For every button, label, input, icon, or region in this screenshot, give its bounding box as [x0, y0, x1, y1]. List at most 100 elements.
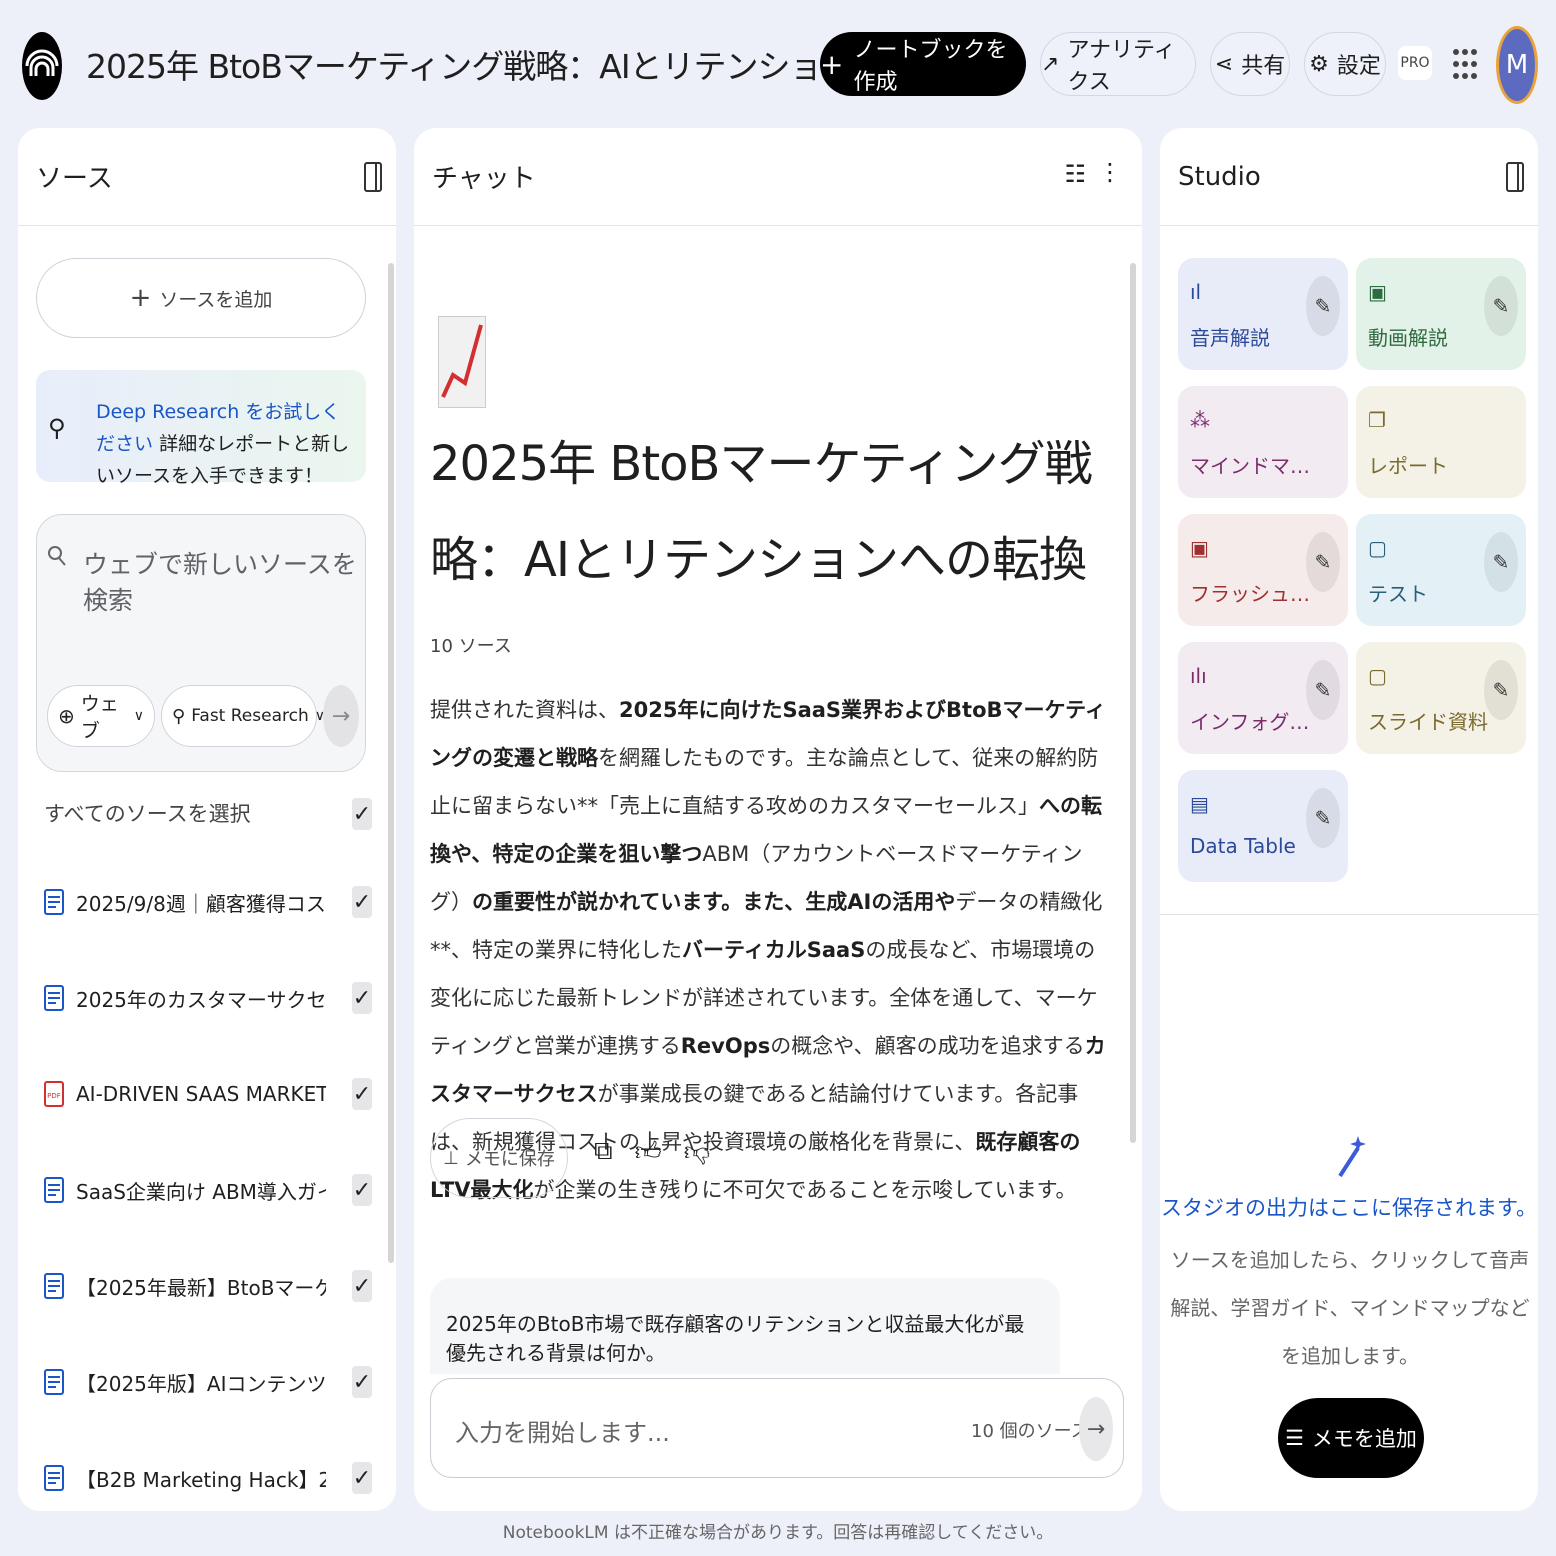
source-checkbox[interactable]: ✓ [352, 1462, 372, 1494]
chat-scrollbar[interactable] [1130, 263, 1136, 1143]
magnifier-icon: ⚲ [48, 414, 66, 442]
edit-pencil-icon[interactable]: ✎ [1306, 788, 1340, 848]
add-source-label: ソースを追加 [159, 288, 273, 311]
notebooklm-logo[interactable] [22, 32, 62, 100]
slides-icon: ▢ [1368, 664, 1387, 688]
source-item[interactable]: PDF AI-DRIVEN SAAS MARKETING: ST... ✓ [44, 1074, 372, 1114]
search-submit-button[interactable]: → [323, 685, 359, 747]
source-checkbox[interactable]: ✓ [352, 1366, 372, 1398]
create-notebook-button[interactable]: + ノートブックを作成 [820, 32, 1026, 96]
source-search-box: ウェブで新しいソースを検索 ⊕ ウェブ ∨ ⚲ Fast Research ∨ … [36, 514, 366, 772]
tune-icon[interactable]: ☷ [1064, 160, 1086, 188]
copy-icon[interactable]: ⧉ [594, 1136, 613, 1167]
deep-research-banner[interactable]: ⚲ Deep Research をお試しください 詳細なレポートと新しいソースを… [36, 370, 366, 487]
edit-pencil-icon[interactable]: ✎ [1306, 276, 1340, 336]
share-button[interactable]: ⋖ 共有 [1210, 32, 1290, 96]
collapse-panel-icon[interactable] [364, 162, 382, 192]
send-button[interactable]: → [1079, 1397, 1113, 1461]
sources-title: ソース [36, 164, 113, 194]
studio-card-flashcard[interactable]: ▣ フラッシュ カード✎ [1178, 514, 1348, 626]
save-to-memo-button[interactable]: ⊥ メモに保存 [430, 1118, 568, 1198]
web-dropdown[interactable]: ⊕ ウェブ ∨ [47, 685, 155, 747]
avatar[interactable]: M [1496, 26, 1538, 104]
select-all-checkbox[interactable]: ✓ [352, 798, 372, 830]
research-mode-dropdown[interactable]: ⚲ Fast Research ∨ [161, 685, 325, 747]
svg-text:PDF: PDF [47, 1092, 61, 1100]
studio-card-video[interactable]: ▣ 動画解説 ✎ [1356, 258, 1526, 370]
edit-pencil-icon[interactable]: ✎ [1306, 532, 1340, 592]
studio-card-label: 動画解説 [1368, 326, 1448, 350]
trending-icon: ↗ [1041, 51, 1060, 77]
thumbs-up-icon[interactable]: 👍︎ [635, 1136, 662, 1167]
thumbs-down-icon[interactable]: 👎︎ [684, 1136, 710, 1167]
add-source-button[interactable]: + ソースを追加 [36, 258, 366, 338]
studio-header: Studio [1160, 128, 1538, 226]
source-item-label: 【2025年最新】BtoBマーケティン... [76, 1275, 326, 1300]
research-chip-label: Fast Research [191, 706, 309, 726]
settings-button[interactable]: ⚙ 設定 [1304, 32, 1386, 96]
source-checkbox[interactable]: ✓ [352, 1270, 372, 1302]
source-item-label: 2025年のカスタマーサクセス組織... [76, 987, 326, 1012]
source-item[interactable]: 【2025年版】AIコンテンツマーケ... ✓ [44, 1362, 372, 1402]
chart-emoji-icon [438, 316, 486, 408]
source-checkbox[interactable]: ✓ [352, 886, 372, 918]
edit-pencil-icon[interactable]: ✎ [1484, 660, 1518, 720]
document-icon [44, 1273, 64, 1299]
source-item[interactable]: 2025/9/8週｜顧客獲得コストが3... ✓ [44, 882, 372, 922]
analytics-button[interactable]: ↗ アナリティクス [1040, 32, 1196, 96]
studio-empty-subtitle: ソースを追加したら、クリックして音声解説、学習ガイド、マインドマップなどを追加し… [1170, 1248, 1530, 1368]
source-checkbox[interactable]: ✓ [352, 1078, 372, 1110]
document-icon [44, 1177, 64, 1203]
summary-segment: の概念や、顧客の成功を追求する [770, 1034, 1085, 1058]
input-source-count: 10 個のソース [971, 1421, 1089, 1442]
studio-title: Studio [1178, 161, 1261, 192]
source-item[interactable]: 【2025年最新】BtoBマーケティン... ✓ [44, 1266, 372, 1306]
studio-card-infographic[interactable]: ılı インフォグラフィック✎ [1178, 642, 1348, 754]
response-actions: ⧉ 👍︎ 👎︎ [594, 1136, 710, 1167]
note-icon: ☰ [1285, 1426, 1304, 1450]
studio-card-table[interactable]: ▤ Data Table ✎ [1178, 770, 1348, 882]
chat-panel: チャット ☷ ⋮ 2025年 BtoBマーケティング戦略：AIとリテンションへの… [414, 128, 1142, 1511]
studio-card-report[interactable]: ❐ レポート [1356, 386, 1526, 498]
studio-card-mindmap[interactable]: ⁂ マインドマップ [1178, 386, 1348, 498]
studio-card-label: レポート [1368, 454, 1448, 478]
chat-title: チャット [432, 164, 536, 194]
document-icon [44, 889, 64, 915]
source-item[interactable]: 【B2B Marketing Hack】2025年・... ✓ [44, 1458, 372, 1498]
source-item-label: AI-DRIVEN SAAS MARKETING: ST... [76, 1082, 326, 1106]
chat-input[interactable]: 入力を開始します... [455, 1413, 670, 1448]
quiz-icon: ▢ [1368, 536, 1387, 560]
edit-pencil-icon[interactable]: ✎ [1306, 660, 1340, 720]
add-memo-label: メモを追加 [1311, 1427, 1417, 1451]
plus-icon: + [129, 283, 152, 313]
studio-card-audio[interactable]: ıl 音声解説 ✎ [1178, 258, 1348, 370]
plus-icon: + [820, 47, 844, 81]
source-item[interactable]: 2025年のカスタマーサクセス組織... ✓ [44, 978, 372, 1018]
add-memo-button[interactable]: ☰ メモを追加 [1278, 1398, 1424, 1478]
source-checkbox[interactable]: ✓ [352, 1174, 372, 1206]
sources-scrollbar[interactable] [388, 263, 394, 1263]
apps-grid-icon[interactable] [1452, 46, 1478, 82]
share-icon: ⋖ [1214, 51, 1234, 77]
suggested-question[interactable]: 2025年のBtoB市場で既存顧客のリテンションと収益最大化が最優先される背景は… [430, 1278, 1060, 1374]
globe-icon: ⊕ [58, 704, 75, 728]
pdf-icon: PDF [44, 1081, 64, 1107]
document-icon [44, 985, 64, 1011]
summary-segment: バーティカルSaaS [682, 938, 866, 962]
disclaimer: NotebookLM は不正確な場合があります。回答は再確認してください。 [502, 1523, 1054, 1543]
magic-wand-icon [1338, 1136, 1366, 1178]
sources-panel: ソース + ソースを追加 ⚲ Deep Research をお試しください 詳細… [18, 128, 396, 1511]
collapse-panel-icon[interactable] [1506, 162, 1524, 192]
edit-pencil-icon[interactable]: ✎ [1484, 532, 1518, 592]
search-input[interactable]: ウェブで新しいソースを検索 [83, 545, 365, 617]
share-label: 共有 [1241, 54, 1286, 79]
pro-badge: PRO [1398, 46, 1432, 80]
edit-pencil-icon[interactable]: ✎ [1484, 276, 1518, 336]
studio-card-label: 音声解説 [1190, 326, 1270, 350]
studio-card-slides[interactable]: ▢ スライド資料 ✎ [1356, 642, 1526, 754]
studio-card-quiz[interactable]: ▢ テスト ✎ [1356, 514, 1526, 626]
more-vert-icon[interactable]: ⋮ [1098, 158, 1122, 186]
source-checkbox[interactable]: ✓ [352, 982, 372, 1014]
summary-segment: が企業の生き残りに不可欠であることを示唆しています。 [533, 1178, 1077, 1202]
source-item[interactable]: SaaS企業向け ABM導入ガイドと... ✓ [44, 1170, 372, 1210]
